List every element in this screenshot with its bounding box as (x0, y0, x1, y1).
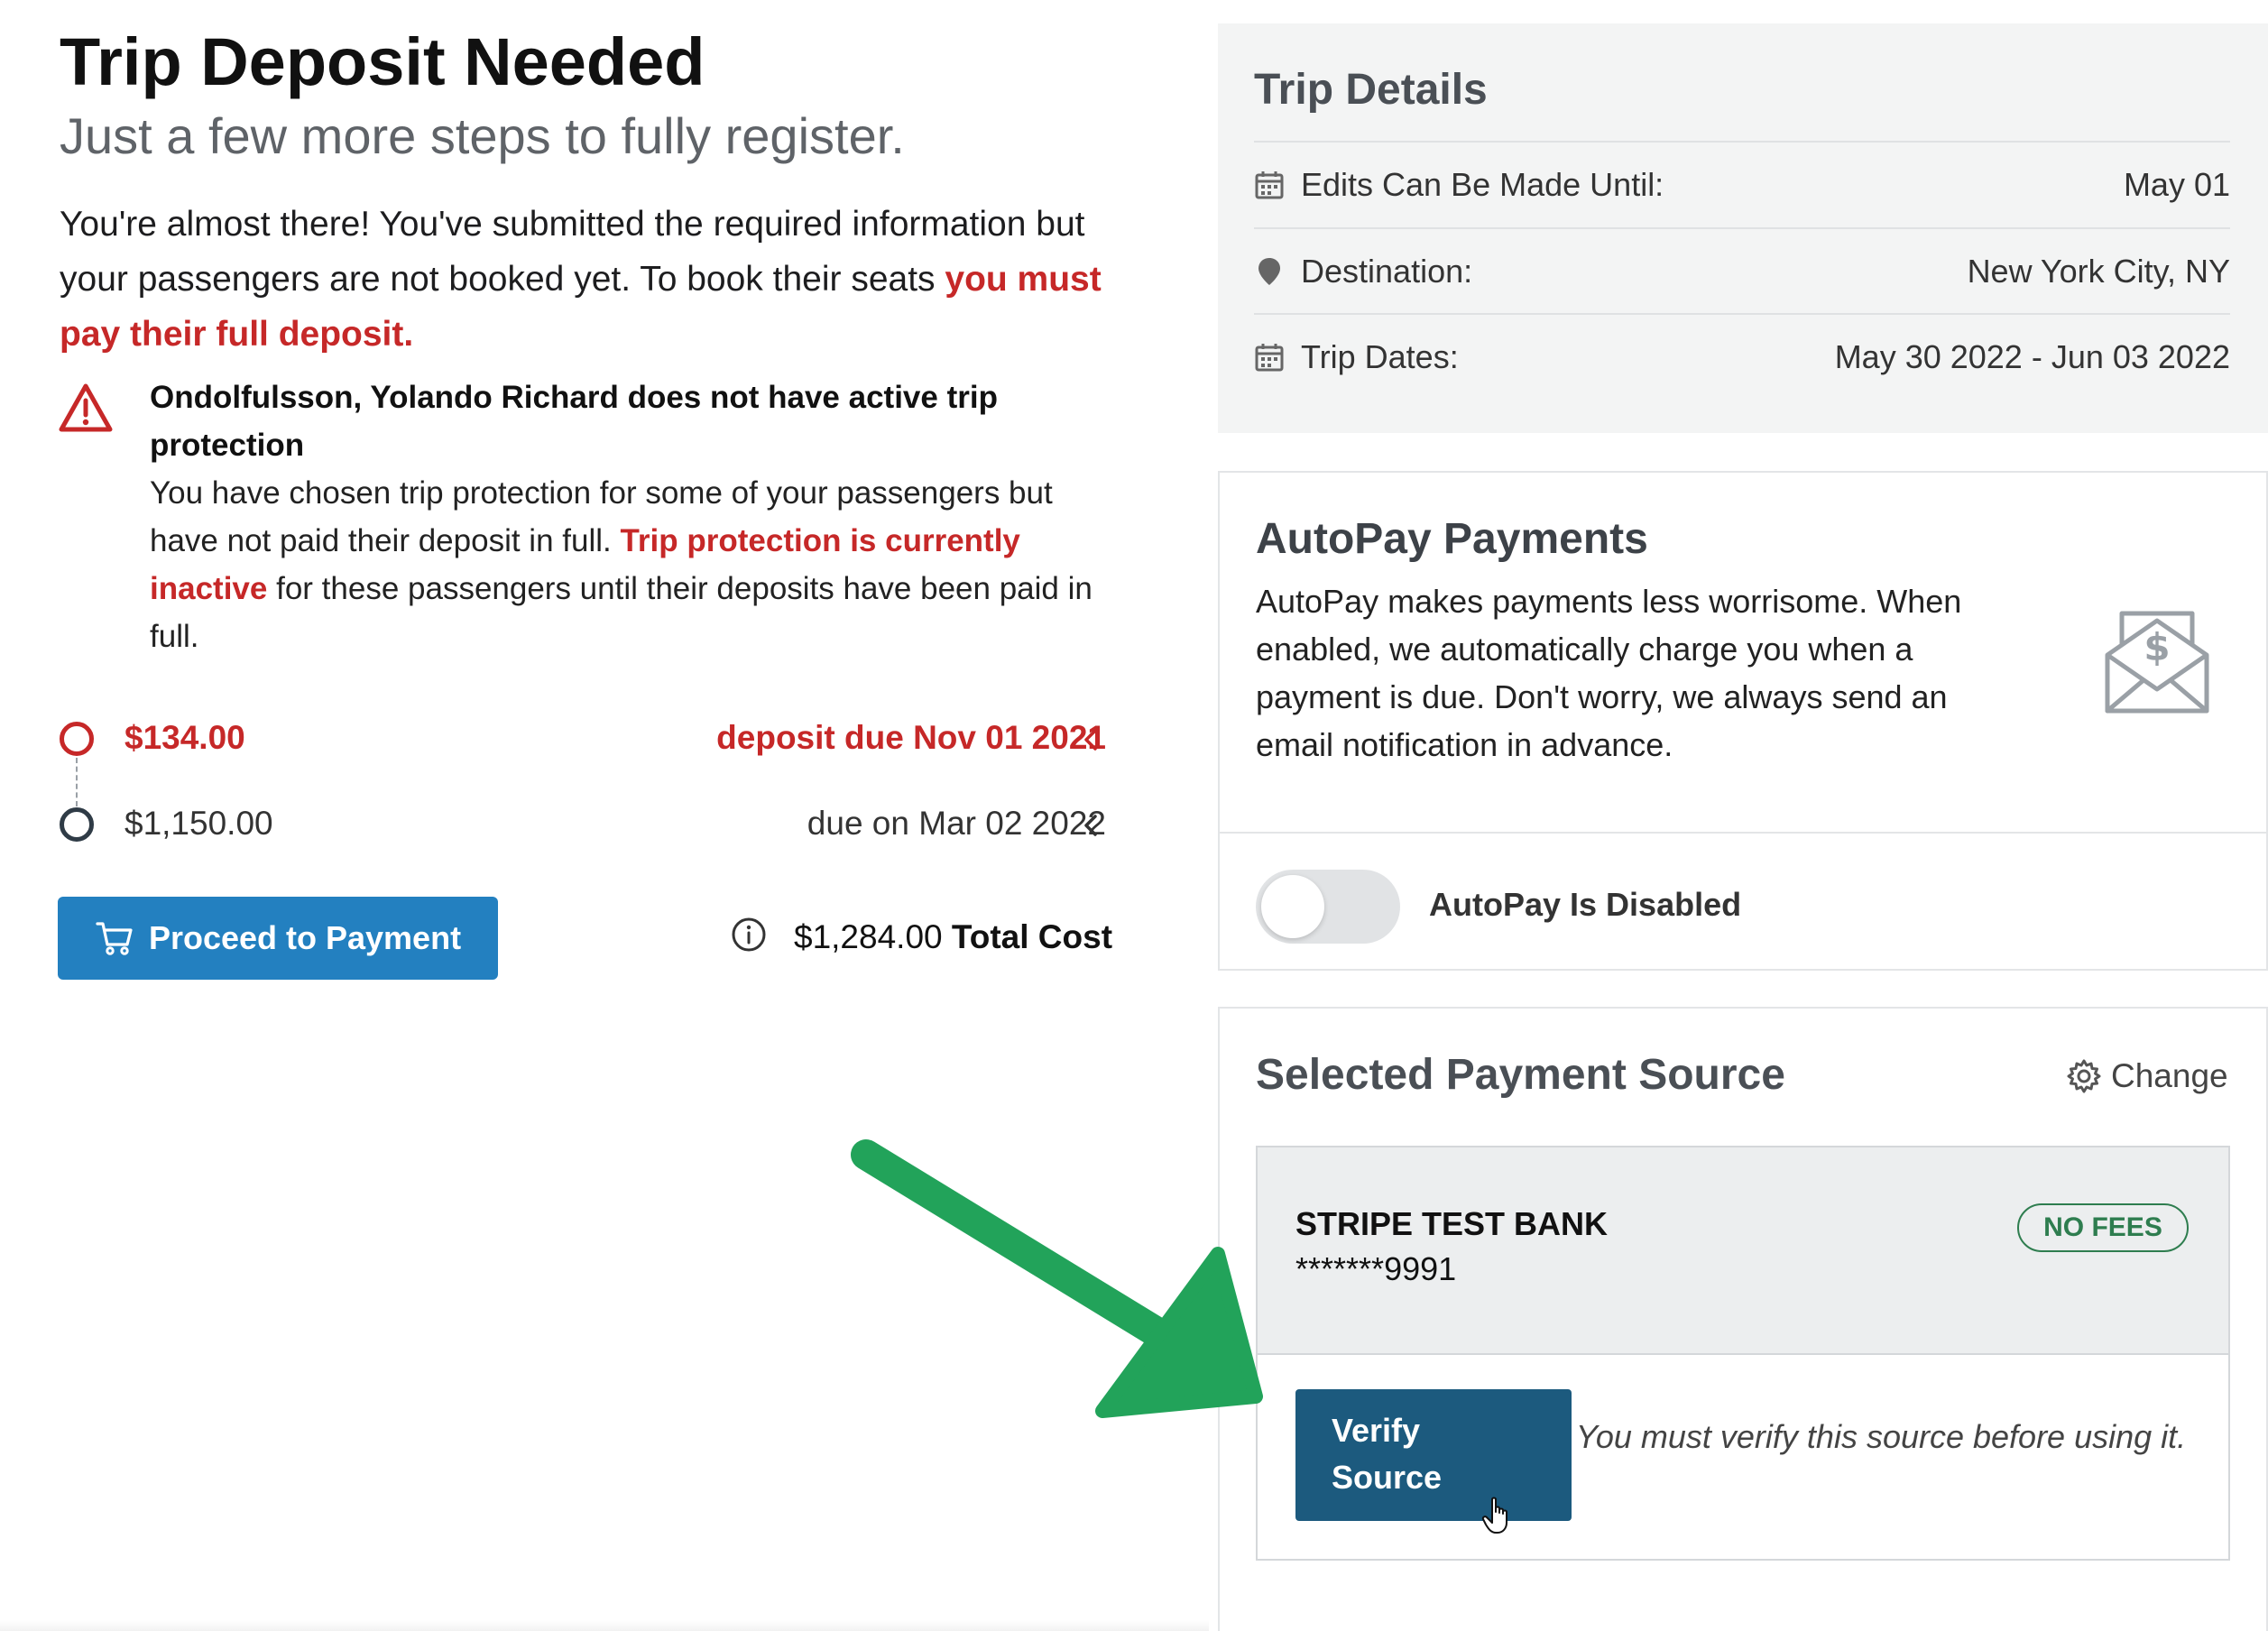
gear-icon (2067, 1059, 2101, 1093)
trip-detail-label: Trip Dates: (1301, 338, 1459, 375)
warning-body-end: for these passengers until their deposit… (150, 571, 1093, 654)
no-fees-badge: NO FEES (2017, 1203, 2189, 1252)
total-cost-label: Total Cost (951, 918, 1113, 955)
total-cost: $1,284.00 Total Cost (794, 918, 1112, 956)
chevron-left-icon[interactable] (1079, 723, 1102, 756)
trip-detail-row-dates: Trip Dates: May 30 2022 - Jun 03 2022 (1254, 313, 2230, 400)
timeline-dot-balance (60, 807, 94, 842)
autopay-status: AutoPay Is Disabled (1429, 886, 1742, 923)
page-subtitle: Just a few more steps to fully register. (60, 107, 905, 164)
chevron-left-icon[interactable] (1079, 809, 1102, 842)
autopay-divider (1220, 832, 2266, 834)
trip-detail-row-destination: Destination: New York City, NY (1254, 227, 2230, 314)
calendar-icon (1255, 171, 1284, 199)
schedule-amount-balance: $1,150.00 (124, 805, 273, 842)
bank-name: STRIPE TEST BANK (1295, 1205, 1609, 1242)
timeline-connector (76, 758, 78, 806)
autopay-title: AutoPay Payments (1256, 515, 1648, 563)
warning-title: Ondolfulsson, Yolando Richard does not h… (150, 380, 998, 463)
schedule-due-deposit: deposit due Nov 01 2021 (716, 719, 1106, 756)
verify-source-button[interactable]: Verify Source (1295, 1389, 1572, 1521)
page-bottom-edge (0, 1620, 1209, 1631)
proceed-to-payment-button[interactable]: Proceed to Payment (58, 897, 498, 980)
payment-source-title: Selected Payment Source (1256, 1051, 1785, 1099)
trip-detail-row-edits: Edits Can Be Made Until: May 01 (1254, 141, 2230, 227)
trip-detail-value: May 30 2022 - Jun 03 2022 (1834, 338, 2230, 375)
page-title: Trip Deposit Needed (60, 24, 705, 99)
intro-paragraph: You're almost there! You've submitted th… (60, 197, 1142, 362)
verify-source-note: You must verify this source before using… (1575, 1418, 2187, 1455)
timeline-dot-deposit (60, 722, 94, 756)
shopping-cart-icon (96, 922, 133, 955)
change-source-link[interactable]: Change (2066, 1057, 2228, 1095)
autopay-toggle-knob[interactable] (1261, 875, 1324, 938)
autopay-description: AutoPay makes payments less worrisome. W… (1256, 583, 1962, 763)
trip-detail-label: Destination: (1301, 253, 1473, 290)
info-icon[interactable] (731, 917, 767, 953)
proceed-to-payment-label: Proceed to Payment (148, 919, 462, 956)
money-envelope-icon: $ (2105, 611, 2209, 714)
change-source-label: Change (2111, 1057, 2228, 1094)
calendar-icon (1255, 344, 1284, 372)
trip-detail-label: Edits Can Be Made Until: (1301, 166, 1664, 203)
bank-account-number: *******9991 (1295, 1250, 1457, 1287)
warning-triangle-icon (59, 383, 113, 432)
map-pin-icon (1258, 258, 1280, 285)
svg-text:$: $ (2144, 625, 2170, 669)
intro-text: You're almost there! You've submitted th… (60, 205, 1085, 299)
trip-details-title: Trip Details (1254, 66, 1488, 114)
schedule-amount-deposit: $134.00 (124, 719, 245, 756)
trip-detail-value: May 01 (2123, 166, 2230, 203)
trip-detail-value: New York City, NY (1967, 253, 2230, 290)
total-cost-amount: $1,284.00 (794, 918, 943, 955)
schedule-due-balance: due on Mar 02 2022 (807, 805, 1106, 842)
warning-body: You have chosen trip protection for some… (150, 469, 1097, 660)
